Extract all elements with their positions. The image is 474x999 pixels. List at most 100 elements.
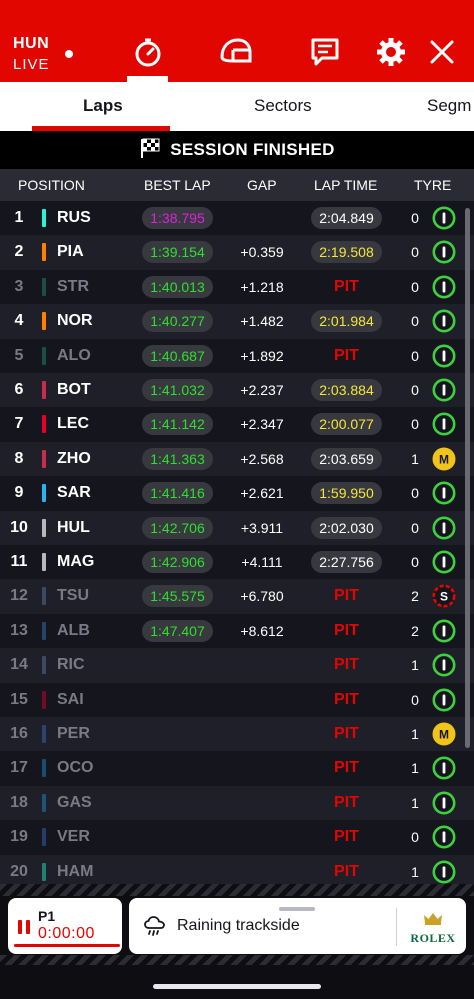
table-row[interactable]: 10 HUL 1:42.706 +3.911 2:02.030 0 — [0, 510, 474, 545]
team-color-bar — [42, 553, 46, 571]
team-color-bar — [42, 243, 46, 262]
svg-text:M: M — [439, 728, 449, 742]
live-timing-screen: HUN LIVE Laps Sectors Segm SESSION FINIS… — [0, 0, 474, 999]
best-lap-time: 1:40.687 — [142, 344, 213, 367]
table-row[interactable]: 1 RUS 1:38.795 2:04.849 0 — [0, 201, 474, 236]
lap-time: 2:00.077 — [311, 413, 382, 436]
divider-stripe — [0, 884, 474, 896]
table-row[interactable]: 15 SAI PIT 0 — [0, 682, 474, 717]
tyre-age: 2 — [411, 622, 419, 639]
table-row[interactable]: 9 SAR 1:41.416 +2.621 1:59.950 0 — [0, 476, 474, 511]
session-timer-card[interactable]: P1 0:00:00 — [8, 898, 122, 954]
table-row[interactable]: 8 ZHO 1:41.363 +2.568 2:03.659 1 M — [0, 441, 474, 477]
best-lap-time: 1:38.795 — [142, 207, 213, 229]
table-row[interactable]: 2 PIA 1:39.154 +0.359 2:19.508 0 — [0, 235, 474, 270]
team-color-bar — [42, 518, 46, 537]
svg-text:S: S — [440, 590, 448, 604]
pit-status: PIT — [334, 277, 359, 295]
position-number: 2 — [14, 243, 24, 261]
best-lap-time: 1:41.416 — [142, 482, 213, 505]
position-number: 1 — [14, 209, 24, 226]
tyre-compound-icon — [432, 412, 456, 436]
table-row[interactable]: 14 RIC PIT 1 — [0, 648, 474, 683]
lap-time: 2:19.508 — [311, 241, 382, 264]
gap-value: +4.111 — [241, 554, 283, 570]
home-indicator[interactable] — [153, 984, 321, 989]
table-row[interactable]: 12 TSU 1:45.575 +6.780 PIT 2 S — [0, 579, 474, 614]
helmet-icon[interactable] — [216, 32, 256, 72]
team-color-bar — [42, 725, 46, 743]
tab-sectors[interactable]: Sectors — [254, 96, 312, 116]
tyre-age: 1 — [411, 450, 419, 467]
card-divider — [396, 908, 397, 946]
team-color-bar — [42, 862, 46, 881]
position-number: 7 — [14, 415, 24, 433]
driver-code: VER — [57, 828, 90, 846]
tyre-compound-icon — [432, 240, 456, 264]
table-row[interactable]: 19 VER PIT 0 — [0, 820, 474, 855]
tyre-age: 2 — [411, 588, 419, 605]
drag-handle[interactable] — [279, 907, 315, 911]
tyre-compound-icon — [432, 378, 456, 402]
gear-icon[interactable] — [371, 32, 411, 72]
stopwatch-icon[interactable] — [128, 32, 168, 72]
timer-progress — [14, 944, 120, 947]
lap-time: 2:04.849 — [311, 207, 382, 229]
position-number: 5 — [14, 346, 24, 364]
session-location: HUN — [13, 35, 50, 52]
col-gap: GAP — [247, 177, 277, 193]
team-color-bar — [42, 277, 46, 296]
table-row[interactable]: 11 MAG 1:42.906 +4.111 2:27.756 0 — [0, 545, 474, 580]
table-row[interactable]: 7 LEC 1:41.142 +2.347 2:00.077 0 — [0, 407, 474, 442]
pause-icon[interactable] — [17, 919, 31, 940]
driver-code: SAR — [57, 484, 91, 502]
driver-code: HUL — [57, 518, 90, 536]
session-clock: 0:00:00 — [38, 925, 95, 942]
position-number: 12 — [10, 587, 28, 605]
tab-laps[interactable]: Laps — [83, 96, 123, 116]
team-color-bar — [42, 621, 46, 640]
session-status-banner: SESSION FINISHED — [0, 131, 474, 169]
best-lap-time: 1:47.407 — [142, 619, 213, 642]
table-row[interactable]: 17 OCO PIT 1 — [0, 751, 474, 786]
tyre-compound-icon — [432, 619, 456, 643]
position-number: 15 — [10, 690, 28, 708]
gap-value: +2.621 — [240, 485, 284, 502]
driver-code: OCO — [57, 759, 94, 777]
tyre-age: 0 — [411, 554, 419, 570]
table-row[interactable]: 4 NOR 1:40.277 +1.482 2:01.984 0 — [0, 304, 474, 339]
team-color-bar — [42, 381, 46, 399]
table-row[interactable]: 6 BOT 1:41.032 +2.237 2:03.884 0 — [0, 373, 474, 408]
table-row[interactable]: 5 ALO 1:40.687 +1.892 PIT 0 — [0, 338, 474, 373]
close-icon[interactable] — [422, 32, 462, 72]
driver-code: ZHO — [57, 449, 91, 467]
chat-icon[interactable] — [305, 32, 345, 72]
best-lap-time: 1:42.706 — [142, 516, 213, 539]
tyre-compound-icon — [432, 481, 456, 505]
pit-status: PIT — [334, 690, 359, 708]
team-color-bar — [42, 587, 46, 606]
table-row[interactable]: 3 STR 1:40.013 +1.218 PIT 0 — [0, 269, 474, 305]
table-row[interactable]: 18 GAS PIT 1 — [0, 785, 474, 821]
tyre-compound-icon — [432, 825, 456, 849]
driver-code: ALO — [57, 346, 91, 364]
table-row[interactable]: 16 PER PIT 1 M — [0, 717, 474, 752]
team-color-bar — [42, 209, 46, 227]
weather-card[interactable]: Raining trackside ROLEX — [129, 898, 466, 954]
tab-segments[interactable]: Segm — [427, 96, 471, 116]
tyre-age: 0 — [411, 313, 419, 330]
tyre-compound-icon — [432, 791, 456, 815]
tyre-age: 0 — [411, 210, 419, 226]
driver-code: ALB — [57, 621, 90, 639]
pit-status: PIT — [334, 793, 359, 811]
tyre-age: 0 — [411, 691, 419, 708]
driver-code: TSU — [57, 587, 89, 605]
table-row[interactable]: 13 ALB 1:47.407 +8.612 PIT 2 — [0, 613, 474, 649]
tyre-compound-icon: S — [432, 584, 456, 608]
rain-cloud-icon — [143, 914, 167, 943]
team-color-bar — [42, 484, 46, 503]
driver-code: SAI — [57, 690, 84, 708]
tyre-age: 1 — [411, 863, 419, 880]
scrollbar[interactable] — [465, 208, 470, 748]
best-lap-time: 1:41.363 — [142, 447, 213, 470]
